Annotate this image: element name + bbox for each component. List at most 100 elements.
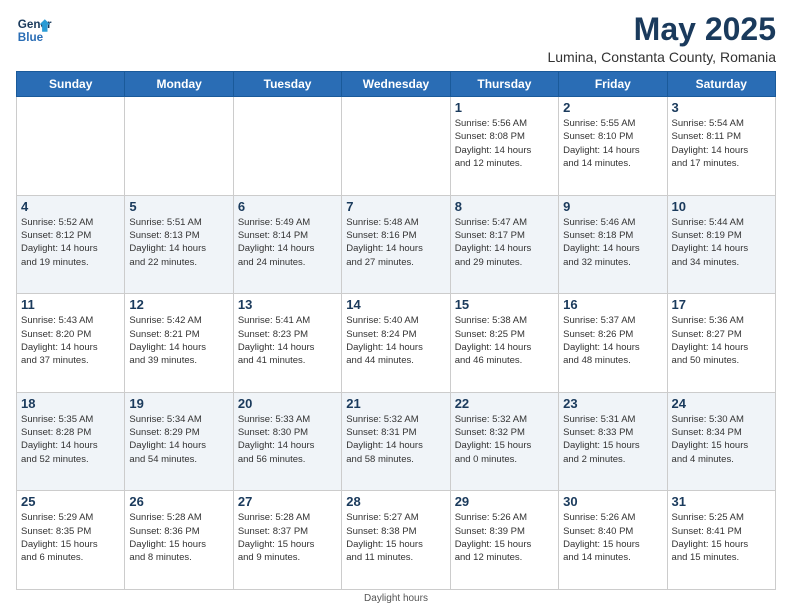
calendar-cell: 9 Sunrise: 5:46 AM Sunset: 8:18 PM Daylig… [559, 195, 667, 294]
day-number: 9 [563, 199, 662, 214]
calendar-cell: 2 Sunrise: 5:55 AM Sunset: 8:10 PM Daylig… [559, 97, 667, 196]
day-info: Sunrise: 5:28 AM Sunset: 8:36 PM Dayligh… [129, 511, 228, 564]
calendar-day-header: Saturday [667, 72, 775, 97]
day-number: 16 [563, 297, 662, 312]
day-info: Sunrise: 5:55 AM Sunset: 8:10 PM Dayligh… [563, 117, 662, 170]
day-number: 11 [21, 297, 120, 312]
day-number: 23 [563, 396, 662, 411]
day-number: 17 [672, 297, 771, 312]
calendar-day-header: Tuesday [233, 72, 341, 97]
calendar-cell: 6 Sunrise: 5:49 AM Sunset: 8:14 PM Daylig… [233, 195, 341, 294]
footer-note: Daylight hours [16, 593, 776, 604]
day-number: 30 [563, 494, 662, 509]
day-number: 18 [21, 396, 120, 411]
calendar-cell: 31Sunrise: 5:25 AM Sunset: 8:41 PM Dayli… [667, 491, 775, 590]
day-number: 21 [346, 396, 445, 411]
calendar-cell: 12 Sunrise: 5:42 AM Sunset: 8:21 PM Dayli… [125, 294, 233, 393]
calendar-cell: 8Sunrise: 5:47 AM Sunset: 8:17 PM Daylig… [450, 195, 558, 294]
day-info: Sunrise: 5:40 AM Sunset: 8:24 PM Dayligh… [346, 314, 445, 367]
day-info: Sunrise: 5:47 AM Sunset: 8:17 PM Dayligh… [455, 216, 554, 269]
day-info: Sunrise: 5:37 AM Sunset: 8:26 PM Dayligh… [563, 314, 662, 367]
calendar-cell: 25Sunrise: 5:29 AM Sunset: 8:35 PM Dayli… [17, 491, 125, 590]
calendar-cell: 14Sunrise: 5:40 AM Sunset: 8:24 PM Dayli… [342, 294, 450, 393]
calendar-cell: 1Sunrise: 5:56 AM Sunset: 8:08 PM Daylig… [450, 97, 558, 196]
day-number: 6 [238, 199, 337, 214]
calendar-cell: 10Sunrise: 5:44 AM Sunset: 8:19 PM Dayli… [667, 195, 775, 294]
page: General Blue May 2025 Lumina, Constanta … [0, 0, 792, 612]
day-info: Sunrise: 5:32 AM Sunset: 8:31 PM Dayligh… [346, 413, 445, 466]
calendar-week-row: 18Sunrise: 5:35 AM Sunset: 8:28 PM Dayli… [17, 392, 776, 491]
day-number: 4 [21, 199, 120, 214]
calendar-cell [125, 97, 233, 196]
day-number: 28 [346, 494, 445, 509]
calendar-table: SundayMondayTuesdayWednesdayThursdayFrid… [16, 71, 776, 590]
calendar-cell [17, 97, 125, 196]
calendar-cell: 22 Sunrise: 5:32 AM Sunset: 8:32 PM Dayli… [450, 392, 558, 491]
calendar-cell: 17 Sunrise: 5:36 AM Sunset: 8:27 PM Dayli… [667, 294, 775, 393]
calendar-cell [233, 97, 341, 196]
day-info: Sunrise: 5:29 AM Sunset: 8:35 PM Dayligh… [21, 511, 120, 564]
day-info: Sunrise: 5:32 AM Sunset: 8:32 PM Dayligh… [455, 413, 554, 466]
day-number: 5 [129, 199, 228, 214]
calendar-cell: 15Sunrise: 5:38 AM Sunset: 8:25 PM Dayli… [450, 294, 558, 393]
calendar-week-row: 25Sunrise: 5:29 AM Sunset: 8:35 PM Dayli… [17, 491, 776, 590]
day-info: Sunrise: 5:54 AM Sunset: 8:11 PM Dayligh… [672, 117, 771, 170]
logo-icon: General Blue [16, 12, 52, 48]
day-number: 2 [563, 100, 662, 115]
day-info: Sunrise: 5:46 AM Sunset: 8:18 PM Dayligh… [563, 216, 662, 269]
day-info: Sunrise: 5:34 AM Sunset: 8:29 PM Dayligh… [129, 413, 228, 466]
calendar-cell: 13Sunrise: 5:41 AM Sunset: 8:23 PM Dayli… [233, 294, 341, 393]
calendar-week-row: 11 Sunrise: 5:43 AM Sunset: 8:20 PM Dayli… [17, 294, 776, 393]
day-info: Sunrise: 5:26 AM Sunset: 8:39 PM Dayligh… [455, 511, 554, 564]
day-info: Sunrise: 5:43 AM Sunset: 8:20 PM Dayligh… [21, 314, 120, 367]
calendar-cell: 19 Sunrise: 5:34 AM Sunset: 8:29 PM Dayli… [125, 392, 233, 491]
day-info: Sunrise: 5:48 AM Sunset: 8:16 PM Dayligh… [346, 216, 445, 269]
calendar-cell: 4 Sunrise: 5:52 AM Sunset: 8:12 PM Daylig… [17, 195, 125, 294]
title-block: May 2025 Lumina, Constanta County, Roman… [547, 12, 776, 65]
day-info: Sunrise: 5:51 AM Sunset: 8:13 PM Dayligh… [129, 216, 228, 269]
calendar-cell: 28Sunrise: 5:27 AM Sunset: 8:38 PM Dayli… [342, 491, 450, 590]
day-number: 29 [455, 494, 554, 509]
calendar-day-header: Monday [125, 72, 233, 97]
day-number: 12 [129, 297, 228, 312]
day-info: Sunrise: 5:44 AM Sunset: 8:19 PM Dayligh… [672, 216, 771, 269]
header: General Blue May 2025 Lumina, Constanta … [16, 12, 776, 65]
day-number: 20 [238, 396, 337, 411]
calendar-day-header: Thursday [450, 72, 558, 97]
day-info: Sunrise: 5:42 AM Sunset: 8:21 PM Dayligh… [129, 314, 228, 367]
day-number: 7 [346, 199, 445, 214]
calendar-cell: 30 Sunrise: 5:26 AM Sunset: 8:40 PM Dayli… [559, 491, 667, 590]
day-info: Sunrise: 5:26 AM Sunset: 8:40 PM Dayligh… [563, 511, 662, 564]
day-info: Sunrise: 5:30 AM Sunset: 8:34 PM Dayligh… [672, 413, 771, 466]
day-info: Sunrise: 5:49 AM Sunset: 8:14 PM Dayligh… [238, 216, 337, 269]
calendar-cell: 11 Sunrise: 5:43 AM Sunset: 8:20 PM Dayli… [17, 294, 125, 393]
logo: General Blue [16, 12, 52, 48]
calendar-week-row: 4 Sunrise: 5:52 AM Sunset: 8:12 PM Daylig… [17, 195, 776, 294]
day-number: 15 [455, 297, 554, 312]
calendar-cell: 21 Sunrise: 5:32 AM Sunset: 8:31 PM Dayli… [342, 392, 450, 491]
day-number: 19 [129, 396, 228, 411]
calendar-day-header: Sunday [17, 72, 125, 97]
day-number: 22 [455, 396, 554, 411]
day-info: Sunrise: 5:52 AM Sunset: 8:12 PM Dayligh… [21, 216, 120, 269]
calendar-week-row: 1Sunrise: 5:56 AM Sunset: 8:08 PM Daylig… [17, 97, 776, 196]
calendar-cell: 18Sunrise: 5:35 AM Sunset: 8:28 PM Dayli… [17, 392, 125, 491]
calendar-cell: 24Sunrise: 5:30 AM Sunset: 8:34 PM Dayli… [667, 392, 775, 491]
day-info: Sunrise: 5:36 AM Sunset: 8:27 PM Dayligh… [672, 314, 771, 367]
calendar-cell: 16 Sunrise: 5:37 AM Sunset: 8:26 PM Dayli… [559, 294, 667, 393]
subtitle: Lumina, Constanta County, Romania [547, 49, 776, 65]
day-info: Sunrise: 5:41 AM Sunset: 8:23 PM Dayligh… [238, 314, 337, 367]
day-info: Sunrise: 5:31 AM Sunset: 8:33 PM Dayligh… [563, 413, 662, 466]
day-number: 3 [672, 100, 771, 115]
day-number: 31 [672, 494, 771, 509]
calendar-day-header: Wednesday [342, 72, 450, 97]
calendar-cell: 3 Sunrise: 5:54 AM Sunset: 8:11 PM Daylig… [667, 97, 775, 196]
day-number: 27 [238, 494, 337, 509]
main-title: May 2025 [547, 12, 776, 47]
svg-text:Blue: Blue [18, 31, 44, 44]
day-number: 1 [455, 100, 554, 115]
calendar-cell: 5 Sunrise: 5:51 AM Sunset: 8:13 PM Daylig… [125, 195, 233, 294]
day-info: Sunrise: 5:33 AM Sunset: 8:30 PM Dayligh… [238, 413, 337, 466]
day-info: Sunrise: 5:28 AM Sunset: 8:37 PM Dayligh… [238, 511, 337, 564]
calendar-cell: 20 Sunrise: 5:33 AM Sunset: 8:30 PM Dayli… [233, 392, 341, 491]
